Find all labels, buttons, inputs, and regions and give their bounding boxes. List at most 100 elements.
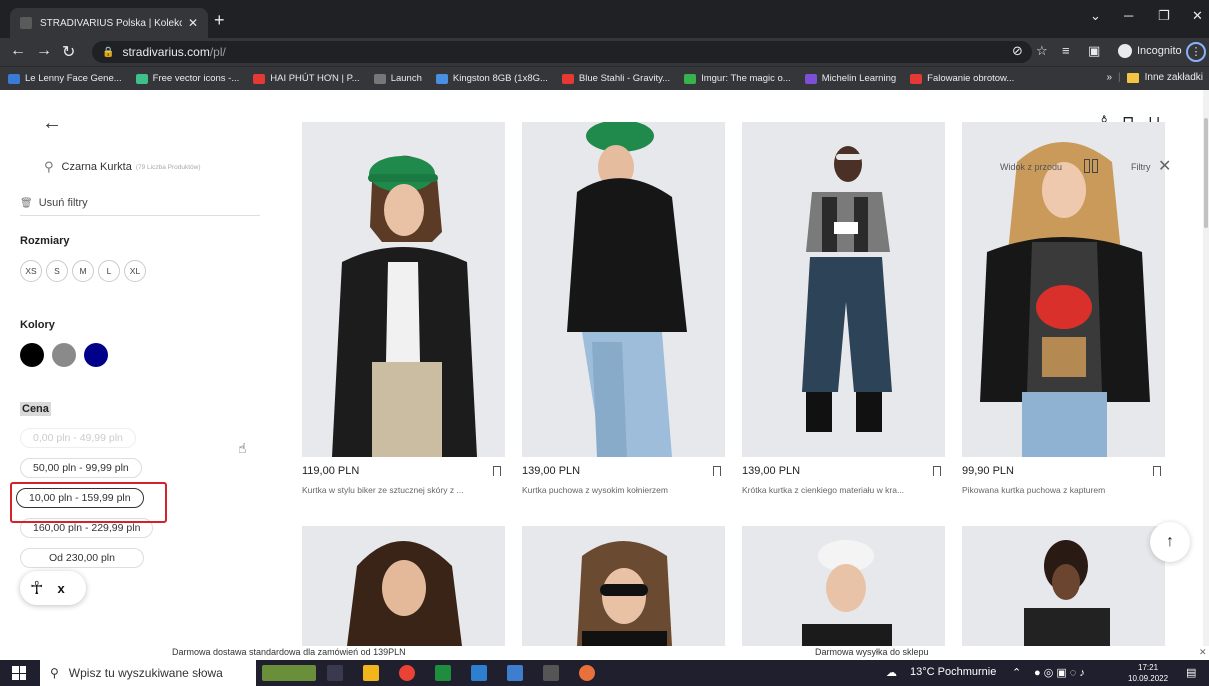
excel-icon[interactable] <box>435 665 451 681</box>
color-swatch[interactable] <box>52 343 76 367</box>
grid-view-icon[interactable] <box>1084 159 1098 173</box>
bookmark-item[interactable]: Launch <box>373 73 422 84</box>
product-description[interactable]: Krótka kurtka z cienkiego materiału w kr… <box>742 485 945 495</box>
file-explorer-icon[interactable] <box>363 665 379 681</box>
bookmark-item[interactable]: Michelin Learning <box>804 73 896 84</box>
promo-strip: Darmowa dostawa standardowa dla zamówień… <box>0 646 1209 660</box>
hand-cursor-icon: ☝ <box>238 440 247 456</box>
minimize-icon[interactable]: ─ <box>1124 8 1133 23</box>
search-summary[interactable]: ⚲ Czarna Kurkta (79 Liczba Produktów) <box>44 159 201 175</box>
weather-label[interactable]: 13°C Pochmurnie <box>910 666 996 678</box>
colors-title: Kolory <box>20 319 55 331</box>
color-swatch[interactable] <box>20 343 44 367</box>
browser-menu-icon[interactable]: ⋮ <box>1186 42 1206 62</box>
save-bookmark-icon[interactable] <box>713 466 721 479</box>
bookmark-item[interactable]: Imgur: The magic o... <box>684 73 791 84</box>
size-option[interactable]: M <box>72 260 94 282</box>
product-description[interactable]: Kurtka w stylu biker ze sztucznej skóry … <box>302 485 505 495</box>
bookmark-item[interactable]: Free vector icons -... <box>135 73 239 84</box>
tracking-protection-icon[interactable]: ⊘ <box>1012 43 1023 59</box>
product-card[interactable] <box>302 526 505 646</box>
bookmark-item[interactable]: Falowanie obrotow... <box>910 73 1014 84</box>
bookmark-item[interactable]: HAI PHÚT HƠN | P... <box>253 73 360 84</box>
bookmarks-overflow-icon[interactable]: » <box>1106 72 1112 83</box>
app-icon[interactable] <box>507 665 523 681</box>
close-filters-icon[interactable]: ✕ <box>1158 156 1171 176</box>
price-range-option[interactable]: 0,00 pln - 49,99 pln <box>20 428 136 448</box>
reload-icon[interactable]: ↻ <box>62 42 75 62</box>
product-photo[interactable] <box>522 122 725 457</box>
taskbar-search[interactable]: ⚲ Wpisz tu wyszukiwane słowa <box>40 660 256 686</box>
browser-tab[interactable]: STRADIVARIUS Polska | Kolekcja ✕ <box>10 8 208 38</box>
task-view-icon[interactable] <box>327 665 343 681</box>
tab-close-icon[interactable]: ✕ <box>188 16 198 30</box>
accessibility-icon[interactable]: ☥ <box>30 578 43 599</box>
bookmark-star-icon[interactable]: ☆ <box>1036 43 1048 59</box>
save-bookmark-icon[interactable] <box>1153 466 1161 479</box>
product-photo[interactable] <box>962 526 1165 646</box>
product-card[interactable] <box>522 526 725 646</box>
tray-icons[interactable]: ● ◎ ▣ ◌ ♪ <box>1034 666 1085 679</box>
product-photo[interactable] <box>962 122 1165 457</box>
product-photo[interactable] <box>522 526 725 646</box>
maximize-icon[interactable]: ❐ <box>1158 8 1170 24</box>
reading-list-icon[interactable]: ≡ <box>1062 43 1070 58</box>
mail-icon[interactable] <box>471 665 487 681</box>
notifications-icon[interactable]: ▤ <box>1186 666 1196 679</box>
size-option[interactable]: L <box>98 260 120 282</box>
bookmark-item[interactable]: Le Lenny Face Gene... <box>8 73 122 84</box>
news-widget-icon[interactable] <box>262 665 316 681</box>
url-field[interactable]: 🔒 stradivarius.com/pl/ <box>92 41 1032 63</box>
product-card[interactable] <box>962 526 1165 646</box>
filters-label[interactable]: Filtry <box>1131 162 1151 172</box>
back-arrow-icon[interactable]: ← <box>42 112 62 135</box>
bookmark-item[interactable]: Kingston 8GB (1x8G... <box>435 73 548 84</box>
bookmark-item[interactable]: Blue Stahli - Gravity... <box>561 73 670 84</box>
product-card[interactable]: 119,00 PLN Kurtka w stylu biker ze sztuc… <box>302 122 505 495</box>
product-card[interactable]: 139,00 PLN Krótka kurtka z cienkiego mat… <box>742 122 945 495</box>
incognito-indicator[interactable]: Incognito <box>1118 44 1182 58</box>
size-option[interactable]: XS <box>20 260 42 282</box>
bookmark-favicon-icon <box>253 73 266 84</box>
tray-chevron-icon[interactable]: ⌃ <box>1012 666 1021 679</box>
color-swatch[interactable] <box>84 343 108 367</box>
accessibility-widget[interactable]: ☥ x <box>20 571 86 605</box>
product-price: 139,00 PLN <box>742 465 801 477</box>
price-range-option[interactable]: 50,00 pln - 99,99 pln <box>20 458 142 478</box>
view-mode-label[interactable]: Widok z przodu <box>1000 162 1062 172</box>
price-range-option[interactable]: Od 230,00 pln <box>20 548 144 568</box>
product-photo[interactable] <box>302 122 505 457</box>
size-option[interactable]: S <box>46 260 68 282</box>
side-panel-icon[interactable]: ▣ <box>1088 43 1100 59</box>
scroll-to-top-button[interactable]: ↑ <box>1150 522 1190 562</box>
product-card[interactable] <box>742 526 945 646</box>
windows-start-icon[interactable] <box>12 666 26 680</box>
product-card[interactable]: 139,00 PLN Kurtka puchowa z wysokim kołn… <box>522 122 725 495</box>
product-card[interactable]: 99,90 PLN Pikowana kurtka puchowa z kapt… <box>962 122 1165 495</box>
save-bookmark-icon[interactable] <box>933 466 941 479</box>
size-option[interactable]: XL <box>124 260 146 282</box>
window-close-icon[interactable]: ✕ <box>1192 8 1203 24</box>
promo-right: Darmowa wysyłka do sklepu <box>815 647 929 657</box>
product-photo[interactable] <box>302 526 505 646</box>
save-bookmark-icon[interactable] <box>493 466 501 479</box>
weather-icon[interactable]: ☁ <box>886 666 897 679</box>
product-description[interactable]: Kurtka puchowa z wysokim kołnierzem <box>522 485 725 495</box>
clear-filters-button[interactable]: 🗑 Usuń filtry <box>20 197 260 216</box>
forward-icon[interactable]: → <box>36 42 52 60</box>
taskbar-clock[interactable]: 17:21 10.09.2022 <box>1128 662 1168 684</box>
bookmarks-bar: Le Lenny Face Gene... Free vector icons -… <box>0 66 1209 90</box>
terminal-icon[interactable] <box>543 665 559 681</box>
other-bookmarks[interactable]: » | Inne zakładki <box>1106 72 1203 83</box>
product-photo[interactable] <box>742 122 945 457</box>
page-scrollbar[interactable] <box>1203 90 1209 646</box>
firefox-icon[interactable] <box>579 665 595 681</box>
tab-search-icon[interactable]: ⌄ <box>1090 8 1101 24</box>
new-tab-button[interactable]: + <box>214 10 225 31</box>
product-photo[interactable] <box>742 526 945 646</box>
promo-close-icon[interactable]: ✕ <box>1199 647 1207 658</box>
product-description[interactable]: Pikowana kurtka puchowa z kapturem <box>962 485 1165 495</box>
back-icon[interactable]: ← <box>10 42 26 60</box>
accessibility-close-button[interactable]: x <box>57 581 64 596</box>
chrome-icon[interactable] <box>399 665 415 681</box>
